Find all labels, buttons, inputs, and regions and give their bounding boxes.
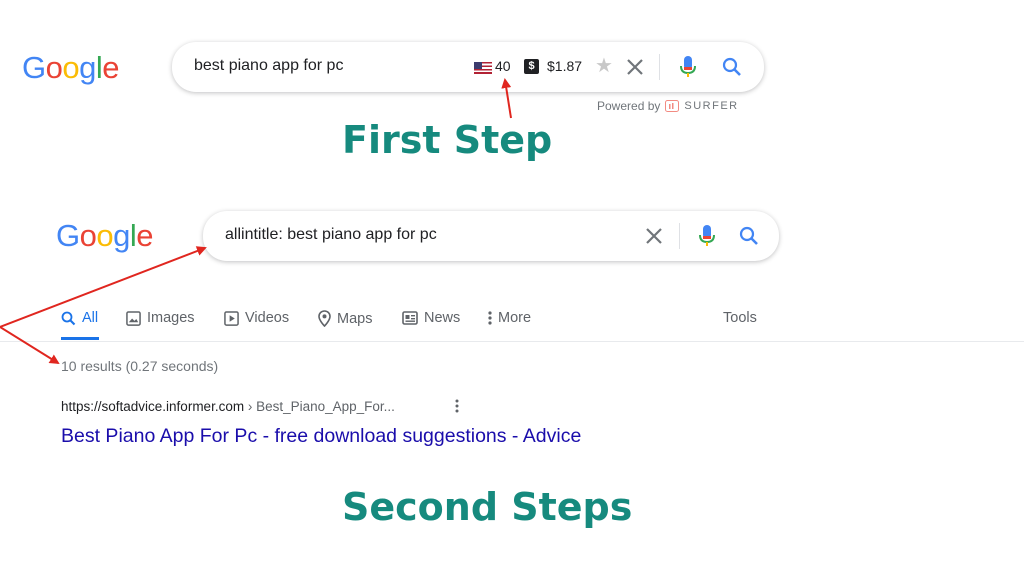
tab-images[interactable]: Images: [126, 310, 195, 326]
tab-videos[interactable]: Videos: [224, 310, 289, 326]
kebab-menu-icon[interactable]: [455, 399, 459, 413]
tabs-divider: [0, 341, 1024, 342]
mic-icon[interactable]: [679, 55, 697, 79]
google-logo[interactable]: Google: [22, 52, 120, 83]
flag-us-icon: [474, 62, 492, 74]
dollar-icon: $: [524, 59, 539, 74]
first-step-title: First Step: [342, 118, 553, 162]
tab-more[interactable]: More: [488, 310, 531, 326]
google-logo[interactable]: Google: [56, 220, 154, 251]
cpc-value: $1.87: [547, 58, 583, 74]
divider: [659, 54, 660, 80]
result-breadcrumb: › Best_Piano_App_For...: [244, 399, 395, 414]
search-input[interactable]: best piano app for pc: [194, 57, 343, 75]
tab-maps[interactable]: Maps: [318, 310, 372, 327]
surfer-label: SURFER: [684, 100, 739, 112]
arrow-to-stats: [0, 326, 60, 365]
result-url[interactable]: https://softadvice.informer.com › Best_P…: [61, 399, 395, 414]
surfer-logo-icon: [665, 100, 680, 112]
search-icon[interactable]: [739, 226, 759, 246]
search-box[interactable]: best piano app for pc 40 $ $1.87 ★: [172, 42, 764, 92]
tab-label: More: [498, 310, 532, 326]
tab-label: Videos: [245, 310, 290, 326]
mic-icon[interactable]: [698, 224, 716, 248]
tab-active-indicator: [61, 337, 99, 340]
tab-news[interactable]: News: [402, 310, 460, 326]
images-icon: [126, 310, 141, 326]
tab-label: All: [82, 310, 99, 326]
tab-label: Maps: [337, 310, 373, 327]
star-icon[interactable]: ★: [595, 53, 613, 78]
close-icon[interactable]: [645, 227, 663, 245]
close-icon[interactable]: [626, 58, 644, 76]
news-icon: [402, 311, 418, 325]
search-icon: [61, 311, 76, 325]
powered-by-surfer[interactable]: Powered by SURFER: [597, 99, 739, 113]
more-dots-icon: [488, 311, 492, 325]
result-domain: https://softadvice.informer.com: [61, 399, 245, 414]
tab-label: Images: [147, 310, 195, 326]
search-icon[interactable]: [722, 57, 742, 77]
result-stats: 10 results (0.27 seconds): [61, 358, 219, 374]
search-input[interactable]: allintitle: best piano app for pc: [225, 226, 437, 244]
maps-pin-icon: [318, 310, 331, 327]
tab-all[interactable]: All: [61, 310, 98, 326]
tab-label: News: [424, 310, 461, 326]
second-step-title: Second Steps: [342, 485, 633, 529]
videos-icon: [224, 310, 239, 326]
powered-by-label: Powered by: [597, 99, 661, 113]
search-box[interactable]: allintitle: best piano app for pc: [203, 211, 779, 261]
tools-button[interactable]: Tools: [723, 310, 757, 326]
result-title-link[interactable]: Best Piano App For Pc - free download su…: [61, 425, 581, 448]
search-volume: 40: [495, 58, 511, 74]
divider: [679, 223, 680, 249]
